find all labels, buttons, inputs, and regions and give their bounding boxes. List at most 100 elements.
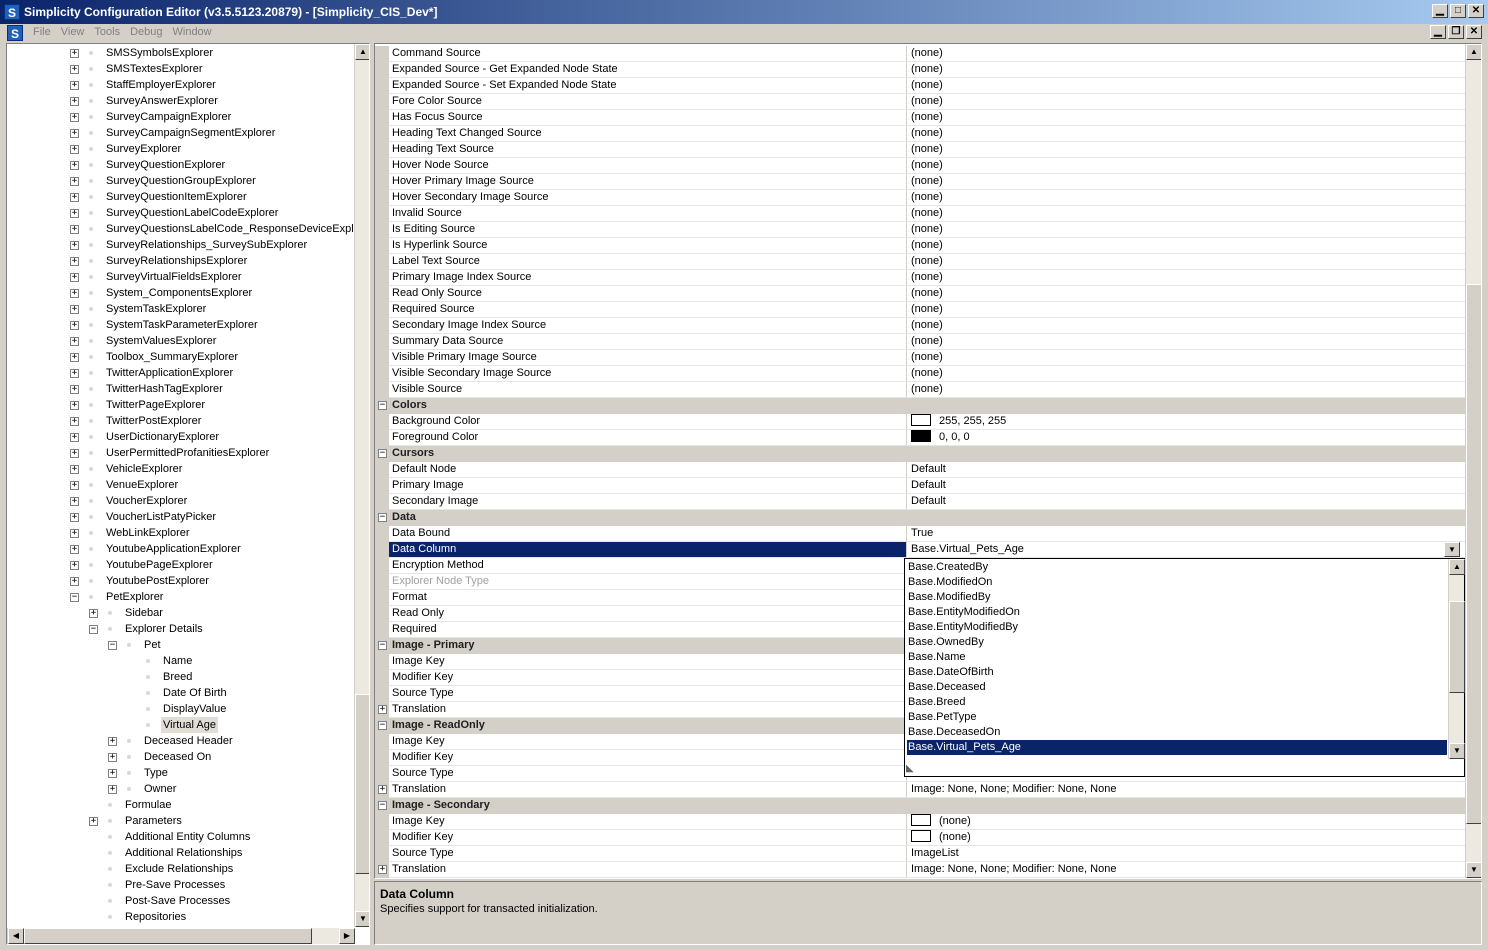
dropdown-option[interactable]: Base.ModifiedBy <box>907 590 1447 605</box>
expand-icon[interactable]: + <box>70 577 79 586</box>
category-colors[interactable]: − Colors <box>375 398 1465 414</box>
property-row-default-node[interactable]: Default Node Default <box>375 462 1465 478</box>
dropdown-option[interactable]: Base.CreatedBy <box>907 560 1447 575</box>
tree-node-petexplorer[interactable]: − PetExplorer <box>7 589 353 605</box>
expand-icon[interactable]: + <box>70 289 79 298</box>
property-value[interactable]: (none) <box>908 78 1465 93</box>
tree-node-youtubepageexplorer[interactable]: + YoutubePageExplorer <box>7 557 353 573</box>
data-column-dropdown-list[interactable]: Base.CreatedBy Base.ModifiedOn Base.Modifi… <box>904 558 1465 777</box>
property-row-summary-data-source[interactable]: Summary Data Source (none) <box>375 334 1465 350</box>
tree-node-deceased-on[interactable]: + Deceased On <box>7 749 353 765</box>
expand-icon[interactable]: + <box>378 705 387 714</box>
expand-icon[interactable]: + <box>108 737 117 746</box>
tree-node-smssymbolsexplorer[interactable]: + SMSSymbolsExplorer <box>7 45 353 61</box>
dropdown-option[interactable]: Base.DeceasedOn <box>907 725 1447 740</box>
menu-tools[interactable]: Tools <box>89 26 125 39</box>
property-value[interactable]: (none) <box>908 238 1465 253</box>
expand-icon[interactable]: + <box>70 273 79 282</box>
dropdown-option[interactable]: Base.ModifiedOn <box>907 575 1447 590</box>
tree-node-systemtaskexplorer[interactable]: + SystemTaskExplorer <box>7 301 353 317</box>
property-value[interactable]: (none) <box>908 318 1465 333</box>
expand-icon[interactable]: + <box>70 209 79 218</box>
tree-node-post-save-processes[interactable]: Post-Save Processes <box>7 893 353 909</box>
category-image-secondary[interactable]: − Image - Secondary <box>375 798 1465 814</box>
scroll-thumb[interactable] <box>355 694 369 874</box>
tree-node-owner[interactable]: + Owner <box>7 781 353 797</box>
expand-icon[interactable]: + <box>70 65 79 74</box>
grid-scroll-down-button[interactable]: ▼ <box>1466 862 1481 878</box>
property-row-secondary-image[interactable]: Secondary Image Default <box>375 494 1465 510</box>
expand-icon[interactable]: + <box>70 241 79 250</box>
tree-node-additional-relationships[interactable]: Additional Relationships <box>7 845 353 861</box>
tree-node-smstextesexplorer[interactable]: + SMSTextesExplorer <box>7 61 353 77</box>
property-row-command-source[interactable]: Command Source (none) <box>375 46 1465 62</box>
tree-node-displayvalue[interactable]: DisplayValue <box>7 701 353 717</box>
explorer-tree[interactable]: + SMSSymbolsExplorer + SMSTextesExplorer + St… <box>6 43 370 945</box>
property-value[interactable]: (none) <box>908 222 1465 237</box>
tree-node-staffemployerexplorer[interactable]: + StaffEmployerExplorer <box>7 77 353 93</box>
property-row-visible-primary-image-source[interactable]: Visible Primary Image Source (none) <box>375 350 1465 366</box>
expand-icon[interactable]: + <box>378 785 387 794</box>
expand-icon[interactable]: + <box>70 401 79 410</box>
expand-icon[interactable]: + <box>70 353 79 362</box>
expand-icon[interactable]: + <box>70 97 79 106</box>
dropdown-option[interactable]: Base.Breed <box>907 695 1447 710</box>
tree-node-surveyexplorer[interactable]: + SurveyExplorer <box>7 141 353 157</box>
collapse-icon[interactable]: − <box>378 513 387 522</box>
tree-node-twitterapplicationexplorer[interactable]: + TwitterApplicationExplorer <box>7 365 353 381</box>
tree-node-surveyquestionexplorer[interactable]: + SurveyQuestionExplorer <box>7 157 353 173</box>
expand-icon[interactable]: + <box>89 609 98 618</box>
expand-icon[interactable]: + <box>70 529 79 538</box>
expand-icon[interactable]: + <box>70 161 79 170</box>
tree-node-formulae[interactable]: Formulae <box>7 797 353 813</box>
property-value[interactable]: (none) <box>908 206 1465 221</box>
property-row-heading-text-source[interactable]: Heading Text Source (none) <box>375 142 1465 158</box>
tree-node-pet[interactable]: − Pet <box>7 637 353 653</box>
tree-node-surveyrelationships-surveysubexplorer[interactable]: + SurveyRelationships_SurveySubExplorer <box>7 237 353 253</box>
expand-icon[interactable]: + <box>70 417 79 426</box>
expand-icon[interactable]: + <box>70 113 79 122</box>
property-value[interactable]: True <box>908 526 1465 541</box>
dropdown-option[interactable]: Base.Name <box>907 650 1447 665</box>
scroll-right-button[interactable]: ▶ <box>339 928 355 944</box>
category-data[interactable]: − Data <box>375 510 1465 526</box>
scroll-left-button[interactable]: ◀ <box>8 928 24 944</box>
tree-node-venueexplorer[interactable]: + VenueExplorer <box>7 477 353 493</box>
tree-node-pre-save-processes[interactable]: Pre-Save Processes <box>7 877 353 893</box>
tree-node-twitterpostexplorer[interactable]: + TwitterPostExplorer <box>7 413 353 429</box>
property-row-translation[interactable]: + Translation Image: None, None; Modifier:… <box>375 862 1465 878</box>
tree-node-system-componentsexplorer[interactable]: + System_ComponentsExplorer <box>7 285 353 301</box>
property-row-expanded-source-get-expanded-node-state[interactable]: Expanded Source - Get Expanded Node Stat… <box>375 62 1465 78</box>
expand-icon[interactable]: + <box>70 449 79 458</box>
dropdown-option[interactable]: Base.Deceased <box>907 680 1447 695</box>
minimize-button[interactable]: ▁ <box>1432 4 1448 18</box>
expand-icon[interactable]: + <box>70 49 79 58</box>
tree-node-sidebar[interactable]: + Sidebar <box>7 605 353 621</box>
tree-node-youtubepostexplorer[interactable]: + YoutubePostExplorer <box>7 573 353 589</box>
property-value[interactable]: (none) <box>908 366 1465 381</box>
property-row-translation[interactable]: + Translation Image: None, None; Modifier:… <box>375 782 1465 798</box>
tree-node-exclude-relationships[interactable]: Exclude Relationships <box>7 861 353 877</box>
property-row-visible-secondary-image-source[interactable]: Visible Secondary Image Source (none) <box>375 366 1465 382</box>
property-row-data-bound[interactable]: Data Bound True <box>375 526 1465 542</box>
property-row-background-color[interactable]: Background Color 255, 255, 255 <box>375 414 1465 430</box>
property-row-primary-image[interactable]: Primary Image Default <box>375 478 1465 494</box>
dropdown-option[interactable]: Base.Virtual_Pets_Age <box>907 740 1447 755</box>
property-value[interactable]: (none) <box>908 142 1465 157</box>
property-value[interactable]: Base.Virtual_Pets_Age ▼ <box>908 542 1465 557</box>
expand-icon[interactable]: + <box>70 385 79 394</box>
expand-icon[interactable]: + <box>70 465 79 474</box>
expand-icon[interactable]: + <box>70 145 79 154</box>
property-value[interactable]: Image: None, None; Modifier: None, None <box>908 862 1465 877</box>
close-button[interactable]: ✕ <box>1468 4 1484 18</box>
property-value[interactable]: (none) <box>908 302 1465 317</box>
property-value[interactable]: (none) <box>908 334 1465 349</box>
tree-node-surveyquestionslabelcode-responsedeviceexplor[interactable]: + SurveyQuestionsLabelCode_ResponseDevice… <box>7 221 363 237</box>
dropdown-option[interactable]: Base.DateOfBirth <box>907 665 1447 680</box>
property-value[interactable]: (none) <box>908 110 1465 125</box>
property-value[interactable]: (none) <box>908 830 1465 845</box>
menu-window[interactable]: Window <box>168 26 217 39</box>
expand-icon[interactable]: + <box>70 257 79 266</box>
tree-node-userdictionaryexplorer[interactable]: + UserDictionaryExplorer <box>7 429 353 445</box>
property-value[interactable]: (none) <box>908 46 1465 61</box>
